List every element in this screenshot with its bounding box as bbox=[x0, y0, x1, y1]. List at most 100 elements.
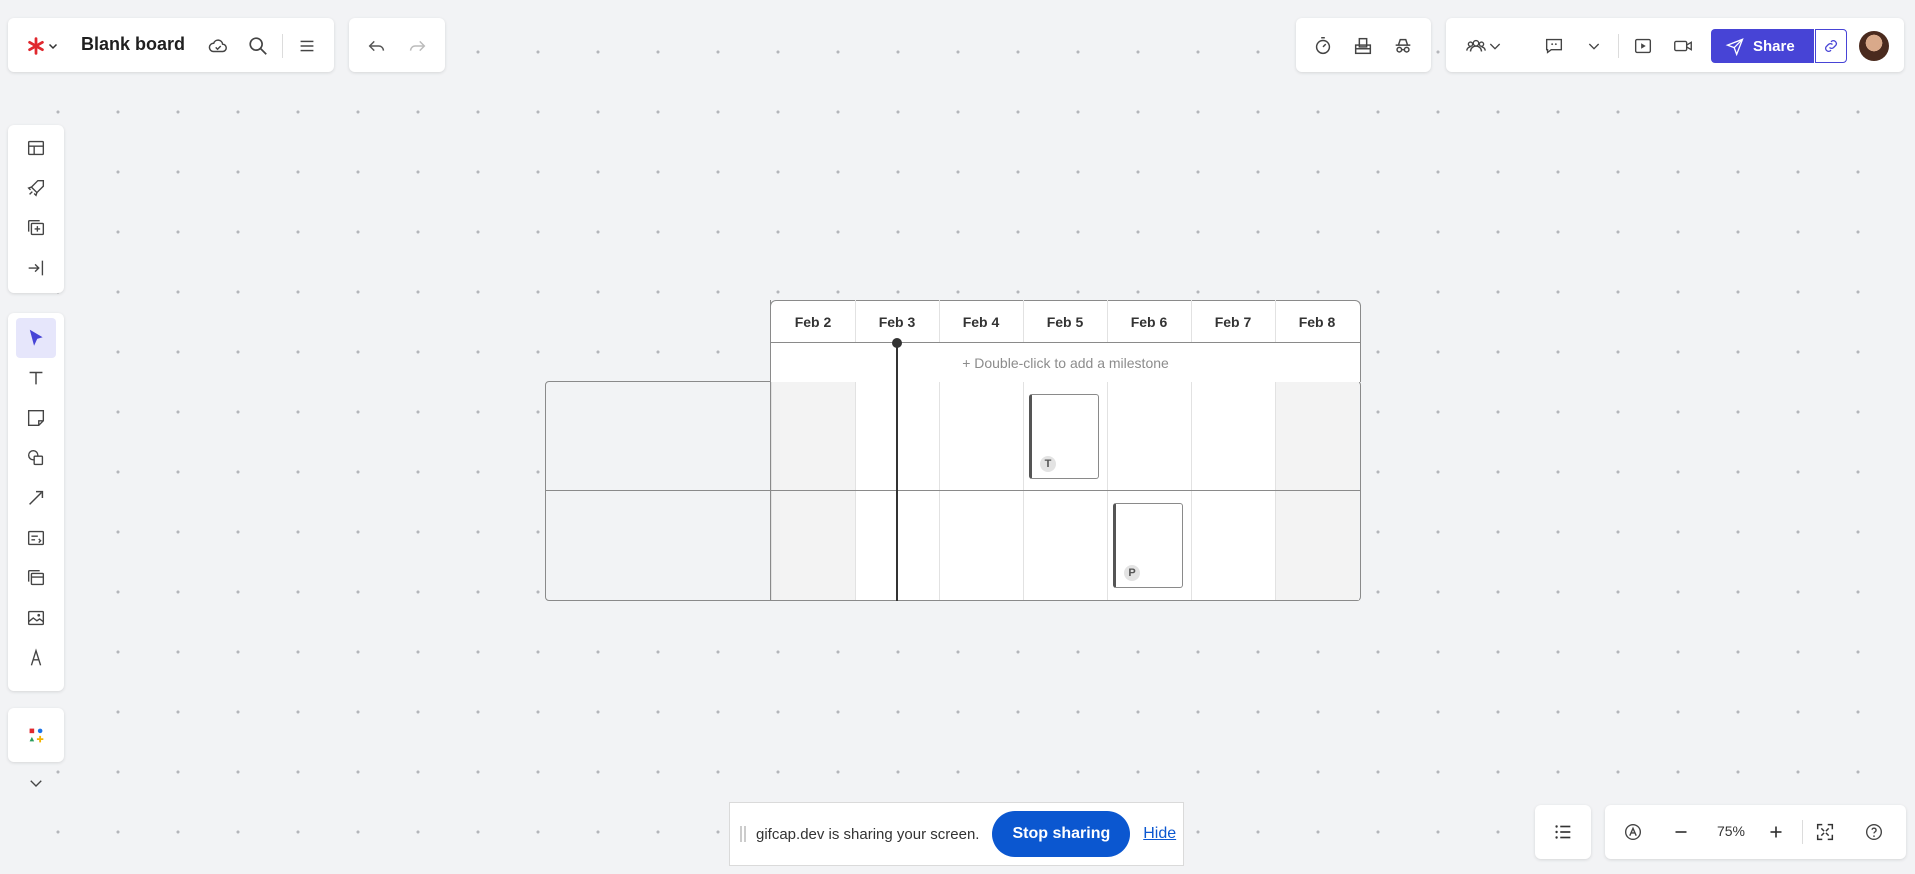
redo-button[interactable] bbox=[401, 30, 433, 62]
present-icon bbox=[1632, 35, 1654, 57]
frame-icon bbox=[25, 567, 47, 589]
connector-tool[interactable] bbox=[16, 478, 56, 518]
comment-icon bbox=[1543, 35, 1565, 57]
milestone-hint: + Double-click to add a milestone bbox=[962, 355, 1169, 371]
frame-add-icon bbox=[25, 217, 47, 239]
shapes-icon bbox=[25, 447, 47, 469]
zoom-level[interactable]: 75% bbox=[1714, 823, 1748, 839]
zoom-in-button[interactable] bbox=[1760, 816, 1792, 848]
screen-sharing-bar: gifcap.dev is sharing your screen. Stop … bbox=[729, 802, 1184, 866]
present-button[interactable] bbox=[1627, 30, 1659, 62]
rocket-icon bbox=[25, 177, 47, 199]
import-icon bbox=[25, 257, 47, 279]
copy-link-button[interactable] bbox=[1815, 29, 1847, 63]
pen-tool[interactable] bbox=[16, 638, 56, 678]
day-header: Feb 7 bbox=[1214, 314, 1252, 330]
sticky-note-tool[interactable] bbox=[16, 398, 56, 438]
sharing-message: gifcap.dev is sharing your screen. bbox=[756, 825, 980, 843]
video-camera-icon bbox=[1672, 35, 1694, 57]
board-title[interactable]: Blank board bbox=[81, 34, 185, 55]
hide-link[interactable]: Hide bbox=[1143, 825, 1176, 843]
zoom-out-button[interactable] bbox=[1665, 816, 1697, 848]
launch-button[interactable] bbox=[16, 168, 56, 208]
templates-button[interactable] bbox=[16, 128, 56, 168]
shapes-tool[interactable] bbox=[16, 438, 56, 478]
image-tool[interactable] bbox=[16, 598, 56, 638]
share-button[interactable]: Share bbox=[1711, 29, 1814, 63]
share-button-label: Share bbox=[1753, 37, 1795, 55]
accessibility-icon bbox=[1622, 821, 1644, 843]
fit-screen-icon bbox=[1814, 821, 1836, 843]
day-column[interactable] bbox=[1191, 382, 1275, 600]
undo-button[interactable] bbox=[361, 30, 393, 62]
day-column[interactable] bbox=[1275, 382, 1359, 600]
chevron-down-icon bbox=[1586, 38, 1602, 54]
user-avatar[interactable] bbox=[1859, 31, 1889, 61]
day-header: Feb 8 bbox=[1298, 314, 1336, 330]
accessibility-button[interactable] bbox=[1617, 816, 1649, 848]
comments-dropdown-button[interactable] bbox=[1578, 30, 1610, 62]
text-icon bbox=[25, 367, 47, 389]
fit-to-screen-button[interactable] bbox=[1809, 816, 1841, 848]
video-call-button[interactable] bbox=[1667, 30, 1699, 62]
day-header: Feb 6 bbox=[1130, 314, 1168, 330]
main-menu-button[interactable] bbox=[291, 30, 323, 62]
day-header: Feb 2 bbox=[794, 314, 832, 330]
collaborators-button[interactable] bbox=[1456, 30, 1512, 62]
add-frame-button[interactable] bbox=[16, 208, 56, 248]
hamburger-menu-icon bbox=[296, 35, 318, 57]
voting-button[interactable] bbox=[1347, 30, 1379, 62]
row-divider bbox=[545, 490, 1361, 491]
cards-tool[interactable] bbox=[16, 518, 56, 558]
timeline-card[interactable]: P bbox=[1113, 503, 1183, 588]
timer-button[interactable] bbox=[1307, 30, 1339, 62]
sticky-note-icon bbox=[25, 407, 47, 429]
header-column-divider bbox=[1023, 300, 1024, 342]
chevron-down-icon bbox=[1487, 38, 1503, 54]
search-button[interactable] bbox=[242, 30, 274, 62]
day-header: Feb 4 bbox=[962, 314, 1000, 330]
frame-tool[interactable] bbox=[16, 558, 56, 598]
day-column[interactable] bbox=[771, 382, 855, 600]
drag-handle-icon[interactable] bbox=[740, 826, 746, 842]
comments-button[interactable] bbox=[1538, 30, 1570, 62]
cloud-save-button[interactable] bbox=[202, 30, 234, 62]
day-column[interactable] bbox=[939, 382, 1023, 600]
header-column-divider bbox=[1107, 300, 1108, 342]
cloud-icon bbox=[207, 35, 229, 57]
minus-icon bbox=[1670, 821, 1692, 843]
header-column-divider bbox=[855, 300, 856, 342]
table-icon bbox=[25, 137, 47, 159]
timeline-card[interactable]: T bbox=[1029, 394, 1099, 479]
app-menu-button[interactable] bbox=[22, 30, 62, 62]
plus-icon bbox=[1765, 821, 1787, 843]
header-column-divider bbox=[939, 300, 940, 342]
timer-icon bbox=[1312, 35, 1334, 57]
text-tool[interactable] bbox=[16, 358, 56, 398]
more-tools-button[interactable] bbox=[16, 763, 56, 803]
import-button[interactable] bbox=[16, 248, 56, 288]
apps-icon bbox=[25, 724, 47, 746]
asterisk-logo-icon bbox=[25, 35, 47, 57]
arrow-line-icon bbox=[25, 487, 47, 509]
today-marker-handle[interactable] bbox=[892, 338, 902, 348]
select-tool[interactable] bbox=[16, 318, 56, 358]
stop-sharing-button[interactable]: Stop sharing bbox=[992, 811, 1131, 857]
pointer-icon bbox=[25, 327, 47, 349]
today-marker-line[interactable] bbox=[896, 342, 898, 601]
day-header: Feb 5 bbox=[1046, 314, 1084, 330]
milestone-row[interactable]: + Double-click to add a milestone bbox=[770, 342, 1361, 382]
assignee-badge: P bbox=[1124, 565, 1140, 581]
header-column-divider bbox=[1191, 300, 1192, 342]
apps-button[interactable] bbox=[16, 715, 56, 755]
link-icon bbox=[1822, 37, 1840, 55]
users-icon bbox=[1465, 35, 1487, 57]
private-mode-button[interactable] bbox=[1387, 30, 1419, 62]
header-divider bbox=[770, 342, 1361, 343]
list-icon bbox=[1552, 821, 1574, 843]
help-button[interactable] bbox=[1858, 816, 1890, 848]
image-icon bbox=[25, 607, 47, 629]
outline-button[interactable] bbox=[1547, 816, 1579, 848]
search-icon bbox=[247, 35, 269, 57]
header-column-divider bbox=[1275, 300, 1276, 342]
